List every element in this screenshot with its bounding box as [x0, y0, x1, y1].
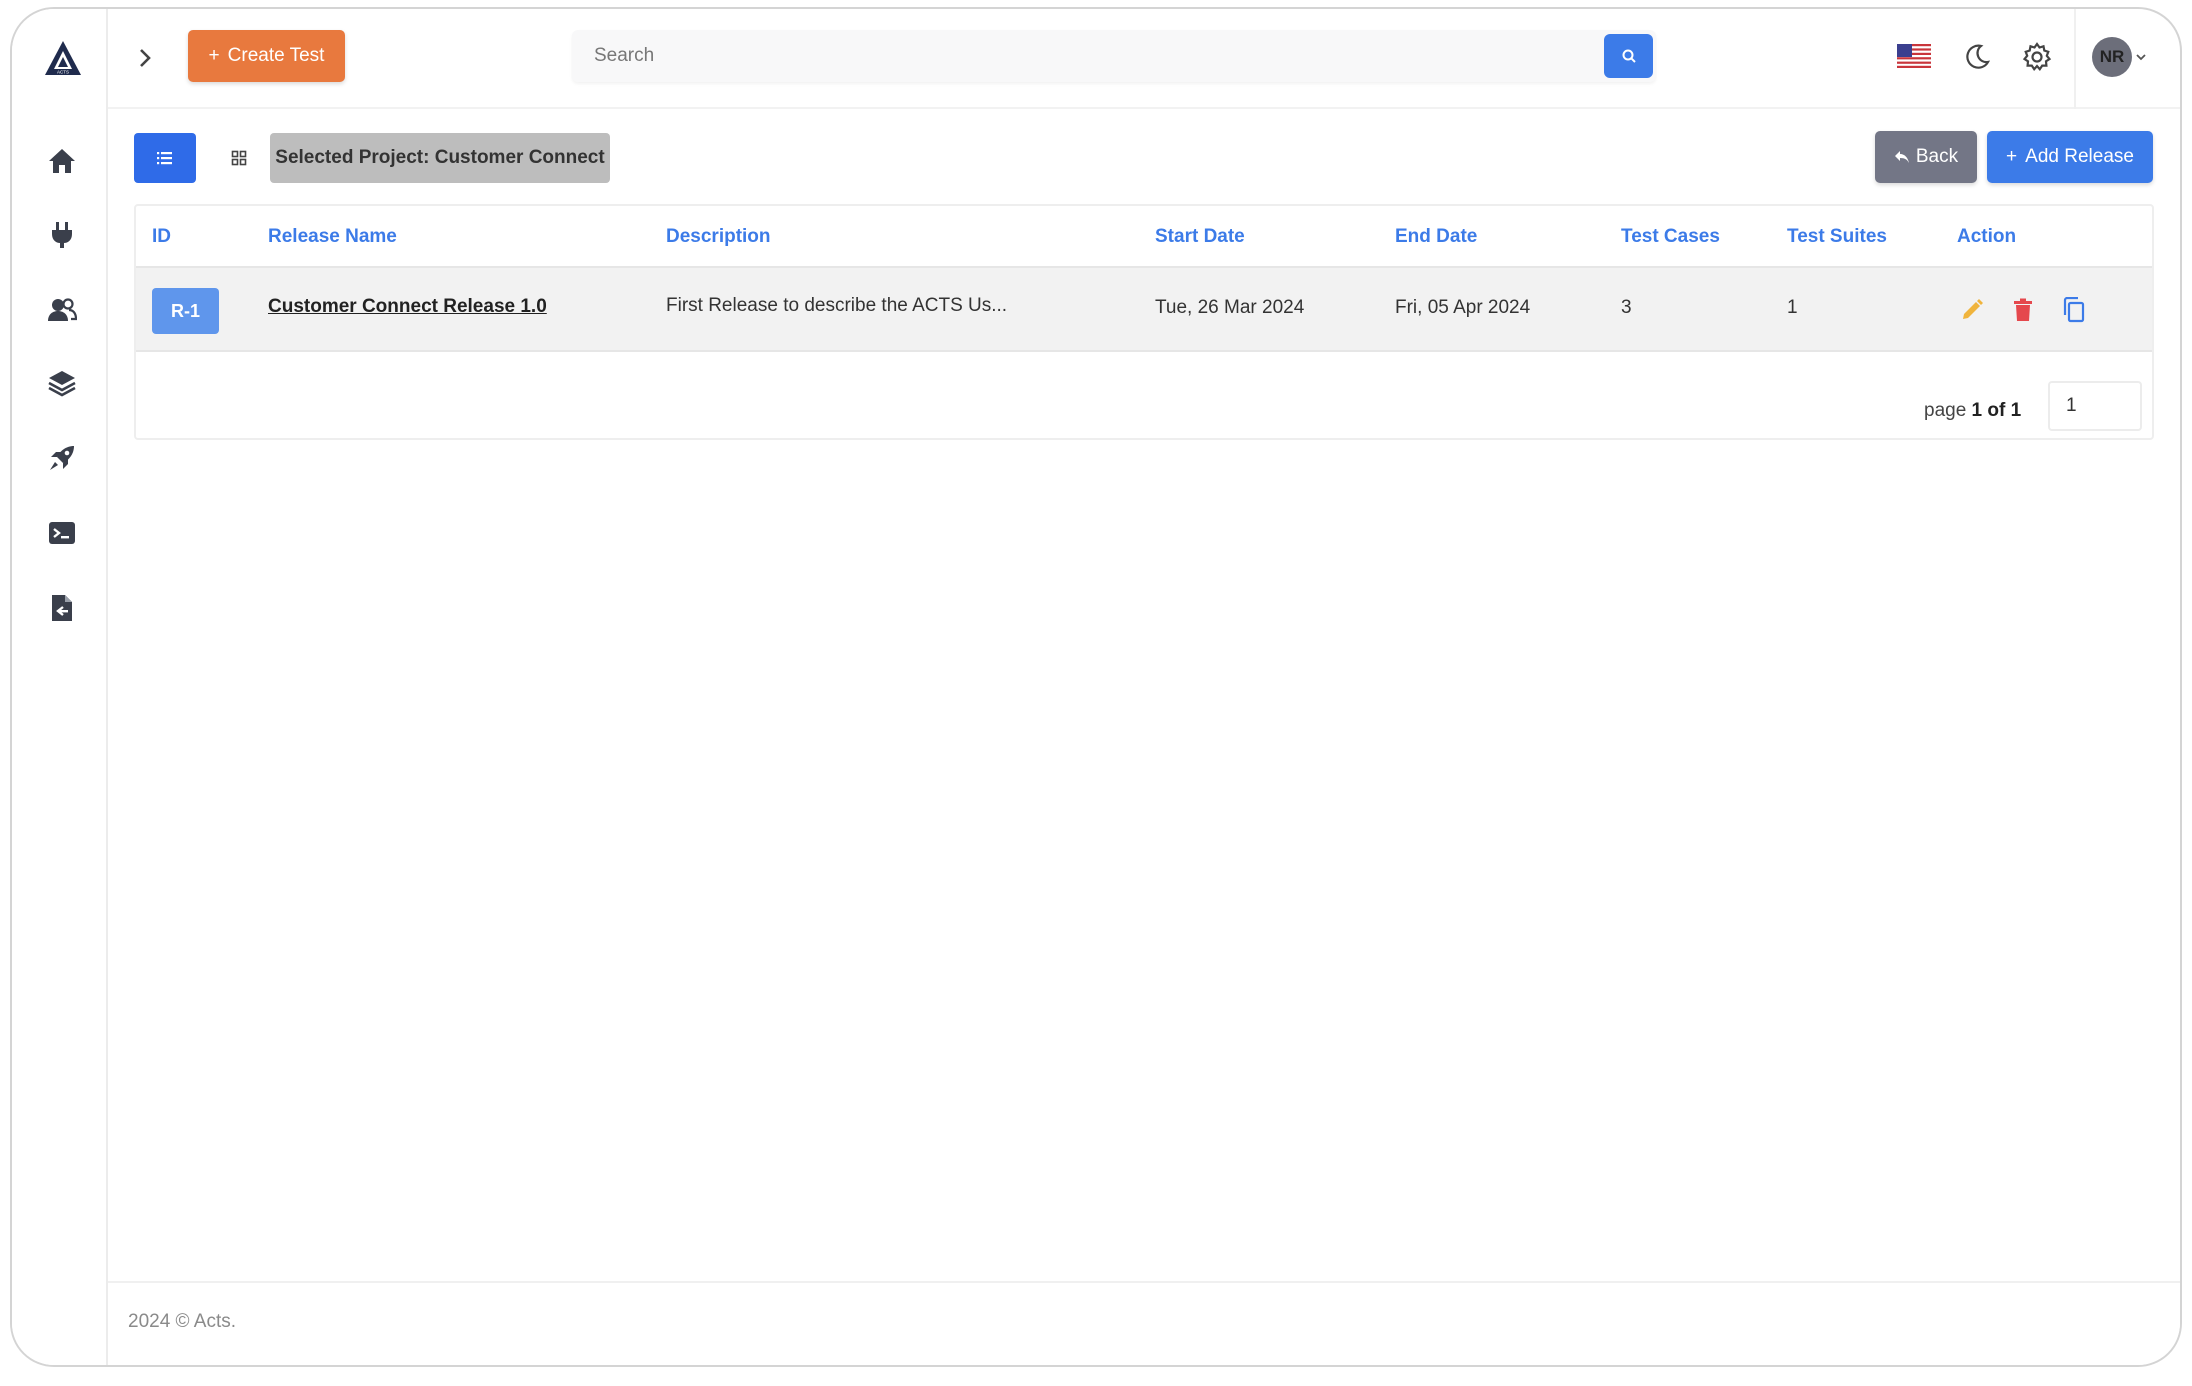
copyright-text: 2024 © Acts. — [128, 1311, 237, 1332]
header-start-date[interactable]: Start Date — [1155, 226, 1245, 248]
sidebar-item-home[interactable] — [40, 139, 84, 183]
avatar[interactable]: NR — [2092, 37, 2132, 77]
copy-button[interactable] — [2058, 295, 2088, 325]
moon-icon[interactable] — [1962, 42, 1992, 72]
sidebar: ACTS — [12, 9, 108, 1365]
page-number-input[interactable] — [2048, 381, 2142, 431]
header-action: Action — [1957, 226, 2017, 247]
release-name-link[interactable]: Customer Connect Release 1.0 — [268, 296, 547, 318]
chevron-down-icon[interactable] — [2134, 50, 2148, 64]
pagination-current: 1 of 1 — [1971, 400, 2022, 421]
search-button[interactable] — [1604, 34, 1653, 78]
grid-view-button[interactable] — [208, 133, 270, 183]
table-header: ID Release Name Description Start Date E… — [136, 206, 2152, 266]
header-end-date[interactable]: End Date — [1395, 226, 1477, 248]
releases-table: ID Release Name Description Start Date E… — [134, 204, 2154, 440]
selected-project-badge: Selected Project: Customer Connect — [270, 133, 610, 183]
footer: 2024 © Acts. — [108, 1281, 2180, 1365]
release-test-suites: 1 — [1787, 297, 1798, 318]
avatar-initials: NR — [2099, 47, 2125, 66]
home-icon — [49, 149, 75, 173]
grid-icon — [231, 150, 247, 166]
list-view-button[interactable] — [134, 133, 196, 183]
reply-arrow-icon — [1894, 151, 1909, 163]
file-export-icon — [52, 595, 72, 621]
copy-icon — [2063, 297, 2085, 323]
release-start-date: Tue, 26 Mar 2024 — [1155, 297, 1305, 318]
list-icon — [157, 152, 172, 165]
header-id[interactable]: ID — [152, 226, 171, 248]
acts-logo[interactable]: ACTS — [43, 39, 83, 79]
gear-icon[interactable] — [2021, 41, 2053, 73]
app-window: ACTS + Create Test Search NR Selected Pr… — [10, 7, 2182, 1367]
plus-icon: + — [208, 45, 220, 66]
plus-icon: + — [2006, 146, 2018, 167]
header-release-name[interactable]: Release Name — [268, 226, 397, 248]
create-test-button[interactable]: + Create Test — [188, 30, 345, 82]
sidebar-item-reports[interactable] — [40, 586, 84, 630]
logo-text: ACTS — [57, 70, 69, 75]
release-test-cases: 3 — [1621, 297, 1632, 318]
us-flag-icon[interactable] — [1897, 44, 1931, 68]
chevron-right-icon — [140, 49, 151, 67]
plug-icon — [52, 222, 72, 248]
sidebar-item-users[interactable] — [40, 288, 84, 332]
sidebar-item-console[interactable] — [40, 511, 84, 555]
add-release-button[interactable]: + Add Release — [1987, 131, 2153, 183]
release-id-badge[interactable]: R-1 — [152, 288, 219, 334]
topbar-divider — [2074, 9, 2076, 109]
pencil-icon — [1963, 299, 1983, 319]
trash-icon — [2014, 298, 2032, 321]
table-row[interactable]: R-1 Customer Connect Release 1.0 First R… — [136, 266, 2152, 352]
pagination-prefix: page — [1924, 400, 1972, 421]
search-input[interactable] — [572, 30, 1602, 82]
rocket-icon — [50, 446, 74, 470]
sidebar-item-projects[interactable] — [40, 361, 84, 405]
back-label: Back — [1915, 146, 1959, 167]
create-test-label: Create Test — [227, 45, 325, 66]
search-icon — [1622, 49, 1636, 63]
edit-button[interactable] — [1957, 295, 1987, 325]
header-test-suites[interactable]: Test Suites — [1787, 226, 1887, 248]
search-bar — [572, 30, 1656, 82]
release-end-date: Fri, 05 Apr 2024 — [1395, 297, 1531, 318]
sidebar-toggle-button[interactable] — [130, 43, 160, 73]
header-description[interactable]: Description — [666, 226, 771, 248]
release-description: First Release to describe the ACTS Us... — [666, 295, 1008, 316]
header-test-cases[interactable]: Test Cases — [1621, 226, 1720, 248]
back-button[interactable]: Back — [1875, 131, 1977, 183]
users-icon — [48, 298, 77, 321]
pagination-info: page 1 of 1 — [1924, 400, 2021, 422]
add-release-label: Add Release — [2025, 146, 2134, 167]
sidebar-item-integrations[interactable] — [40, 213, 84, 257]
terminal-icon — [49, 522, 75, 544]
topbar: + Create Test Search NR — [108, 9, 2180, 109]
layers-icon — [48, 371, 76, 397]
delete-button[interactable] — [2008, 295, 2038, 325]
sidebar-item-releases[interactable] — [40, 436, 84, 480]
